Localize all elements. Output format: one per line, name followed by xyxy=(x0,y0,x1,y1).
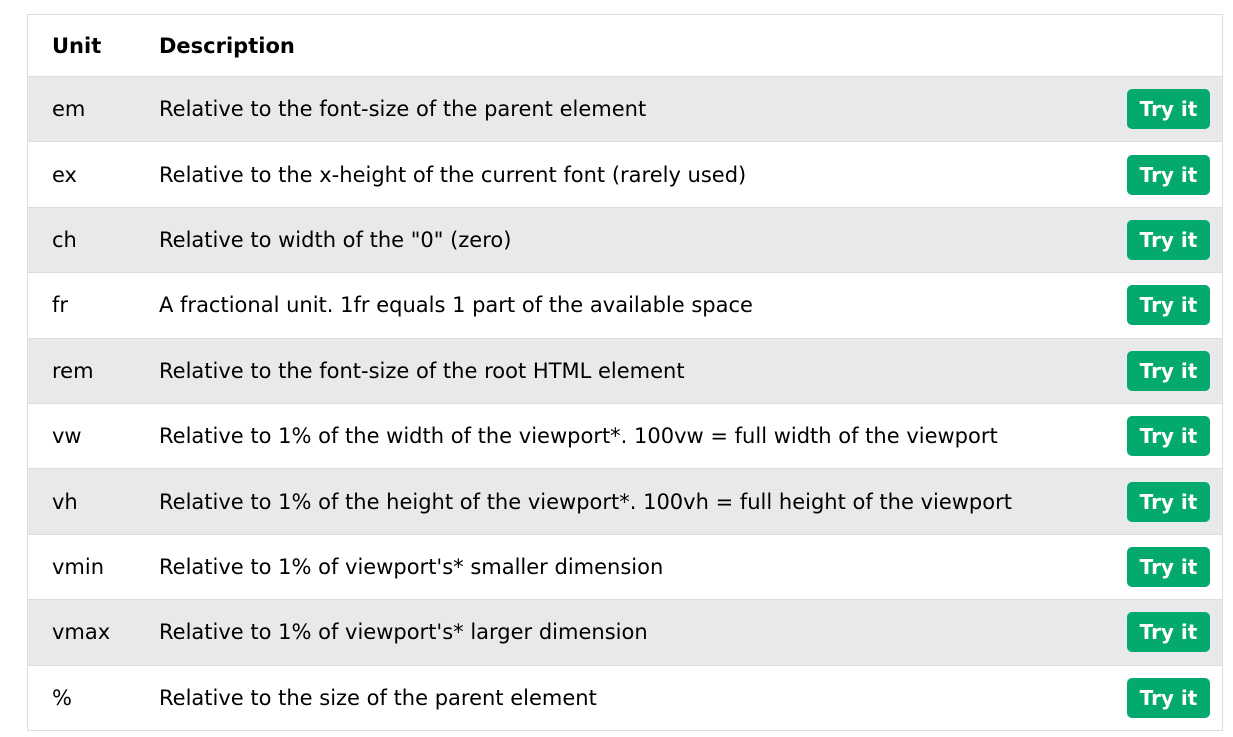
try-it-button[interactable]: Try it xyxy=(1127,416,1210,457)
table-row: ch Relative to width of the "0" (zero) T… xyxy=(28,206,1222,273)
description-cell: Relative to the font-size of the root HT… xyxy=(159,358,685,383)
unit-cell: rem xyxy=(52,358,94,383)
action-cell: Try it xyxy=(1110,154,1222,195)
header-unit: Unit xyxy=(52,33,102,58)
unit-cell: fr xyxy=(52,293,69,318)
unit-cell: ex xyxy=(52,162,77,187)
action-cell: Try it xyxy=(1110,350,1222,391)
unit-cell: ch xyxy=(52,227,77,252)
description-cell: A fractional unit. 1fr equals 1 part of … xyxy=(159,293,753,318)
description-cell: Relative to the size of the parent eleme… xyxy=(159,685,597,710)
table-row: % Relative to the size of the parent ele… xyxy=(28,664,1222,730)
try-it-button[interactable]: Try it xyxy=(1127,350,1210,391)
try-it-button[interactable]: Try it xyxy=(1127,89,1210,130)
description-cell: Relative to 1% of viewport's* larger dim… xyxy=(159,620,648,645)
try-it-button[interactable]: Try it xyxy=(1127,154,1210,195)
table-row: em Relative to the font-size of the pare… xyxy=(28,76,1222,142)
table-row: vmax Relative to 1% of viewport's* large… xyxy=(28,599,1222,665)
description-cell: Relative to 1% of the width of the viewp… xyxy=(159,424,998,449)
unit-cell: vw xyxy=(52,424,82,449)
description-cell: Relative to 1% of viewport's* smaller di… xyxy=(159,554,664,579)
css-units-table: Unit Description em Relative to the font… xyxy=(27,14,1223,731)
table-row: vw Relative to 1% of the width of the vi… xyxy=(28,402,1222,468)
action-cell: Try it xyxy=(1110,546,1222,587)
description-cell: Relative to the x-height of the current … xyxy=(159,162,747,187)
action-cell: Try it xyxy=(1110,481,1222,522)
table-row: fr A fractional unit. 1fr equals 1 part … xyxy=(28,272,1222,337)
try-it-button[interactable]: Try it xyxy=(1127,546,1210,587)
unit-cell: vmax xyxy=(52,620,111,645)
action-cell: Try it xyxy=(1110,677,1222,718)
description-cell: Relative to 1% of the height of the view… xyxy=(159,489,1012,514)
table-row: vh Relative to 1% of the height of the v… xyxy=(28,468,1222,534)
try-it-button[interactable]: Try it xyxy=(1127,481,1210,522)
table-header-row: Unit Description xyxy=(28,15,1222,76)
try-it-button[interactable]: Try it xyxy=(1127,612,1210,653)
description-cell: Relative to the font-size of the parent … xyxy=(159,97,647,122)
description-cell: Relative to width of the "0" (zero) xyxy=(159,227,512,252)
action-cell: Try it xyxy=(1110,89,1222,130)
action-cell: Try it xyxy=(1110,219,1222,260)
action-cell: Try it xyxy=(1110,612,1222,653)
unit-cell: vmin xyxy=(52,554,105,579)
header-description: Description xyxy=(159,33,295,58)
unit-cell: em xyxy=(52,97,86,122)
try-it-button[interactable]: Try it xyxy=(1127,285,1210,326)
unit-cell: vh xyxy=(52,489,78,514)
unit-cell: % xyxy=(52,685,72,710)
action-cell: Try it xyxy=(1110,416,1222,457)
try-it-button[interactable]: Try it xyxy=(1127,677,1210,718)
action-cell: Try it xyxy=(1110,285,1222,326)
table-row: vmin Relative to 1% of viewport's* small… xyxy=(28,533,1222,599)
try-it-button[interactable]: Try it xyxy=(1127,219,1210,260)
table-row: ex Relative to the x-height of the curre… xyxy=(28,141,1222,206)
table-row: rem Relative to the font-size of the roo… xyxy=(28,337,1222,403)
